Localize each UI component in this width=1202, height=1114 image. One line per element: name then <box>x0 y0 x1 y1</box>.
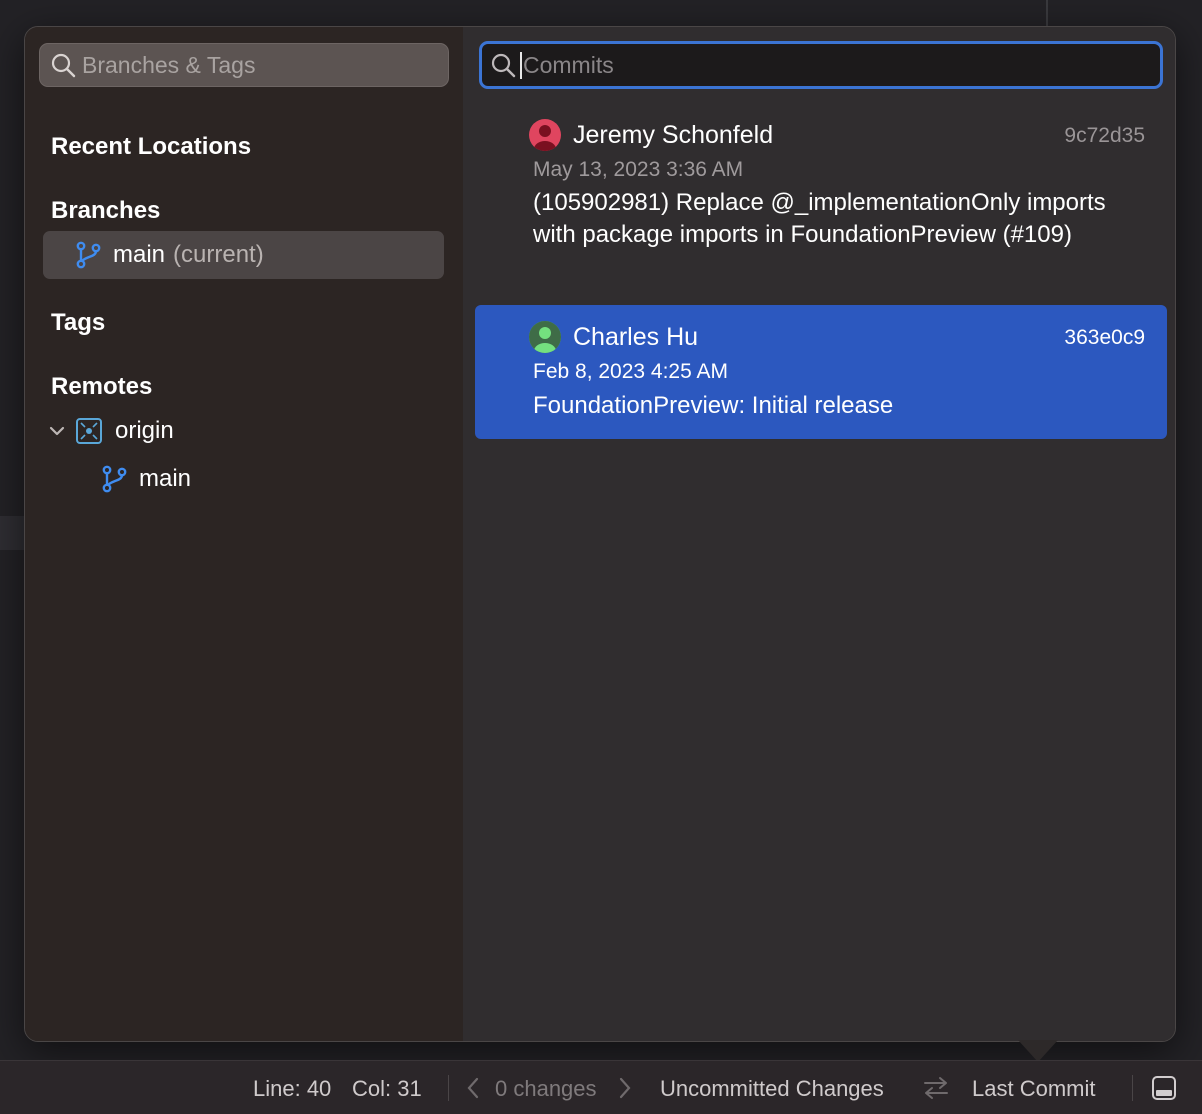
uncommitted-changes-button[interactable]: Uncommitted Changes <box>660 1076 884 1102</box>
branches-sidebar: Branches & Tags Recent Locations Branche… <box>25 27 463 1041</box>
remote-name: origin <box>115 417 174 444</box>
chevron-down-icon[interactable] <box>47 421 67 441</box>
panel-toggle-icon[interactable] <box>1151 1075 1177 1101</box>
branch-commit-popover: Branches & Tags Recent Locations Branche… <box>24 26 1176 1042</box>
status-bar: Line: 40 Col: 31 0 changes Uncommitted C… <box>0 1060 1202 1114</box>
branch-icon <box>102 465 127 493</box>
current-branch-note: (current) <box>173 241 264 268</box>
commit-message: (105902981) Replace @_implementationOnly… <box>533 189 1106 248</box>
person-icon <box>534 125 556 151</box>
changes-count: 0 changes <box>495 1076 597 1101</box>
person-icon <box>529 321 561 353</box>
avatar <box>529 321 561 353</box>
line-indicator: Line: 40 <box>253 1076 332 1101</box>
branch-name: main <box>113 241 166 268</box>
commit-date: Feb 8, 2023 4:25 AM <box>533 360 728 383</box>
status-divider <box>448 1075 449 1101</box>
tags-heading[interactable]: Tags <box>51 309 105 337</box>
commit-hash: 363e0c9 <box>1064 326 1145 349</box>
remote-branch-name: main <box>139 465 192 492</box>
commits-search-placeholder: Commits <box>520 51 614 79</box>
commit-date: May 13, 2023 3:36 AM <box>533 158 744 181</box>
commit-author: Charles Hu <box>573 323 699 351</box>
branches-tags-search-field[interactable]: Branches & Tags <box>39 43 449 87</box>
avatar <box>529 119 561 151</box>
branches-search-placeholder: Branches & Tags <box>82 51 256 78</box>
status-divider <box>1132 1075 1133 1101</box>
branch-icon <box>76 241 101 269</box>
commit-hash: 9c72d35 <box>1064 124 1145 147</box>
column-indicator: Col: 31 <box>352 1076 422 1101</box>
commits-panel: Commits Jeremy Schonfeld 9c72d35 May 13,… <box>463 27 1175 1041</box>
branches-heading[interactable]: Branches <box>51 197 160 225</box>
commits-search-field[interactable]: Commits <box>479 41 1163 89</box>
recent-locations-heading[interactable]: Recent Locations <box>51 133 251 161</box>
sidebar-item-branch-main[interactable]: main (current) <box>43 231 444 279</box>
popover-arrow <box>1018 1040 1058 1062</box>
swap-arrows-icon[interactable] <box>922 1075 950 1101</box>
commit-row-selected[interactable]: Charles Hu 363e0c9 Feb 8, 2023 4:25 AM F… <box>475 305 1167 439</box>
remotes-heading[interactable]: Remotes <box>51 373 152 401</box>
commit-row[interactable]: Jeremy Schonfeld 9c72d35 May 13, 2023 3:… <box>475 107 1167 287</box>
chevron-left-icon[interactable] <box>465 1077 481 1099</box>
commit-message: FoundationPreview: Initial release <box>533 392 894 419</box>
search-icon <box>491 53 516 78</box>
search-icon <box>51 53 76 78</box>
chevron-right-icon[interactable] <box>617 1077 633 1099</box>
background-editor-mark <box>0 516 26 550</box>
commit-author: Jeremy Schonfeld <box>573 121 774 149</box>
sidebar-item-remote-branch-main[interactable]: main <box>101 455 191 503</box>
background-divider <box>1046 0 1048 26</box>
last-commit-button[interactable]: Last Commit <box>972 1076 1095 1102</box>
sidebar-item-remote-origin[interactable]: origin <box>47 407 174 455</box>
remote-repository-icon <box>76 418 102 444</box>
